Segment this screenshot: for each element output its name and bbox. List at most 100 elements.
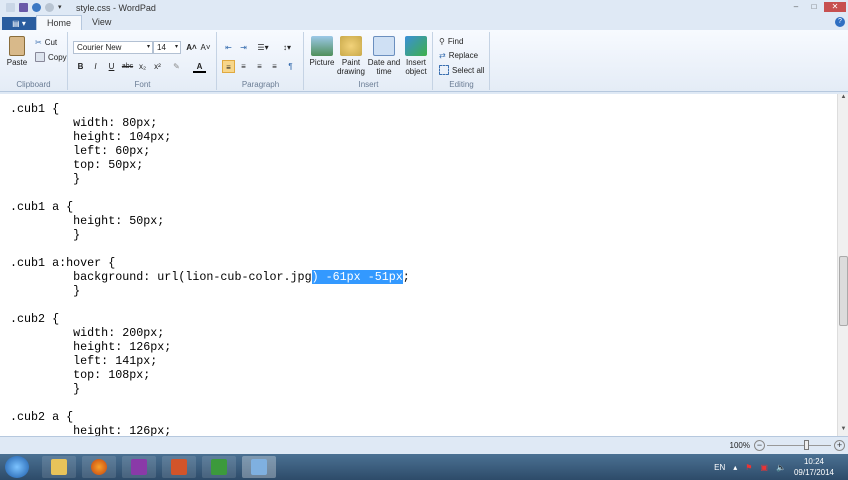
code-line[interactable]: } — [10, 284, 410, 298]
help-icon[interactable]: ? — [835, 17, 845, 27]
code-line[interactable]: width: 200px; — [10, 326, 410, 340]
increase-indent-icon[interactable]: ⇥ — [237, 41, 250, 54]
font-size-select[interactable]: 14 ▾ — [153, 41, 181, 54]
start-button[interactable] — [5, 456, 29, 478]
font-color-button[interactable]: A — [193, 60, 206, 73]
line-spacing-icon[interactable]: ↕▾ — [278, 41, 296, 54]
code-line[interactable] — [10, 242, 410, 256]
grow-font-button[interactable]: A˄ — [185, 41, 198, 54]
undo-icon[interactable] — [32, 3, 41, 12]
document-area[interactable]: .cub1 { width: 80px; height: 104px; left… — [0, 94, 837, 436]
code-line[interactable] — [10, 396, 410, 410]
replace-button[interactable]: ⇄ Replace — [439, 51, 478, 60]
save-icon[interactable] — [19, 3, 28, 12]
code-line[interactable]: .cub2 { — [10, 312, 410, 326]
show-hidden-icons[interactable]: ▴ — [733, 463, 737, 472]
zoom-slider[interactable] — [767, 440, 831, 450]
taskbar-firefox[interactable] — [82, 456, 116, 478]
code-line[interactable]: .cub1 a { — [10, 200, 410, 214]
calendar-icon — [373, 36, 395, 56]
align-center-icon[interactable]: ≡ — [237, 60, 250, 73]
code-line[interactable]: } — [10, 172, 410, 186]
paint-drawing-button[interactable]: Paint drawing — [336, 36, 366, 76]
selected-text[interactable]: ) -61px -51px — [311, 270, 403, 284]
document-text[interactable]: .cub1 { width: 80px; height: 104px; left… — [10, 102, 410, 436]
decrease-indent-icon[interactable]: ⇤ — [222, 41, 235, 54]
clipboard-group: Paste ✂ Cut Copy Clipboard — [0, 32, 68, 90]
date-time-button[interactable]: Date and time — [367, 36, 401, 76]
taskbar-onenote[interactable] — [122, 456, 156, 478]
select-all-button[interactable]: Select all — [439, 65, 484, 75]
customize-dropdown-icon[interactable]: ▾ — [58, 3, 66, 12]
code-line[interactable]: top: 50px; — [10, 158, 410, 172]
insert-object-button[interactable]: Insert object — [401, 36, 431, 76]
highlight-icon[interactable]: ✎ — [170, 60, 183, 73]
paste-button[interactable]: Paste — [4, 36, 30, 67]
wordpad-app-icon[interactable] — [6, 3, 15, 12]
tab-view[interactable]: View — [82, 15, 121, 30]
code-line[interactable]: .cub2 a { — [10, 410, 410, 424]
strikethrough-button[interactable]: abc — [121, 60, 134, 73]
action-center-icon[interactable]: ⚑ — [745, 463, 752, 472]
taskbar-explorer[interactable] — [42, 456, 76, 478]
taskbar-wordpad[interactable] — [242, 456, 276, 478]
paste-icon — [9, 36, 25, 56]
shrink-font-button[interactable]: A˅ — [199, 41, 212, 54]
code-line[interactable]: height: 104px; — [10, 130, 410, 144]
bullets-icon[interactable]: ☰▾ — [254, 41, 272, 54]
align-left-icon[interactable]: ≡ — [222, 60, 235, 73]
scroll-down-arrow[interactable]: ▼ — [838, 426, 848, 436]
underline-button[interactable]: U — [105, 60, 118, 73]
zoom-out-button[interactable]: − — [754, 440, 765, 451]
code-line[interactable]: .cub1 a:hover { — [10, 256, 410, 270]
code-line[interactable]: } — [10, 228, 410, 242]
zoom-slider-thumb[interactable] — [804, 440, 809, 450]
justify-icon[interactable]: ≡ — [268, 60, 281, 73]
volume-icon[interactable]: 🔈 — [776, 463, 786, 472]
font-family-select[interactable]: Courier New ▾ — [73, 41, 153, 54]
close-button[interactable]: ✕ — [824, 2, 846, 12]
minimize-button[interactable]: – — [788, 2, 804, 12]
redo-icon[interactable] — [45, 3, 54, 12]
zoom-in-button[interactable]: + — [834, 440, 845, 451]
network-icon[interactable]: ▣ — [760, 463, 768, 472]
align-right-icon[interactable]: ≡ — [253, 60, 266, 73]
bold-button[interactable]: B — [74, 60, 87, 73]
code-line[interactable]: height: 50px; — [10, 214, 410, 228]
vertical-scrollbar[interactable]: ▲ ▼ — [837, 94, 848, 436]
code-line[interactable]: left: 60px; — [10, 144, 410, 158]
find-button[interactable]: ⚲ Find — [439, 37, 463, 46]
code-line[interactable] — [10, 186, 410, 200]
file-menu-button[interactable]: ▤ ▾ — [2, 17, 36, 30]
maximize-button[interactable]: □ — [806, 2, 822, 12]
code-line[interactable]: width: 80px; — [10, 116, 410, 130]
code-line[interactable]: height: 126px; — [10, 424, 410, 436]
clock[interactable]: 10:24 09/17/2014 — [794, 456, 834, 478]
subscript-button[interactable]: x₂ — [136, 60, 149, 73]
code-line[interactable]: } — [10, 382, 410, 396]
code-line[interactable]: left: 141px; — [10, 354, 410, 368]
taskbar-camtasia[interactable] — [202, 456, 236, 478]
code-line[interactable]: top: 108px; — [10, 368, 410, 382]
scrollbar-thumb[interactable] — [839, 256, 848, 326]
language-indicator[interactable]: EN — [714, 463, 725, 472]
scroll-up-arrow[interactable]: ▲ — [838, 94, 848, 104]
code-line[interactable]: .cub1 { — [10, 102, 410, 116]
picture-button[interactable]: Picture — [308, 36, 336, 67]
zoom-level: 100% — [729, 441, 750, 450]
paragraph-settings-icon[interactable]: ¶ — [284, 60, 297, 73]
hover-line[interactable]: background: url(lion-cub-color.jpg) -61p… — [10, 270, 410, 284]
code-line[interactable]: height: 126px; — [10, 340, 410, 354]
editing-group: ⚲ Find ⇄ Replace Select all Editing — [434, 32, 490, 90]
tab-home[interactable]: Home — [36, 15, 83, 30]
taskbar-powerpoint[interactable] — [162, 456, 196, 478]
status-bar: 100% − + — [0, 436, 848, 454]
code-line[interactable] — [10, 298, 410, 312]
copy-button[interactable]: Copy — [35, 52, 67, 62]
ribbon: Paste ✂ Cut Copy Clipboard Courier New ▾ 1… — [0, 30, 848, 92]
chevron-down-icon: ▾ — [146, 44, 150, 50]
superscript-button[interactable]: x² — [151, 60, 164, 73]
cut-button[interactable]: ✂ Cut — [35, 38, 57, 47]
italic-button[interactable]: I — [89, 60, 102, 73]
datetime-label: Date and time — [367, 58, 401, 76]
